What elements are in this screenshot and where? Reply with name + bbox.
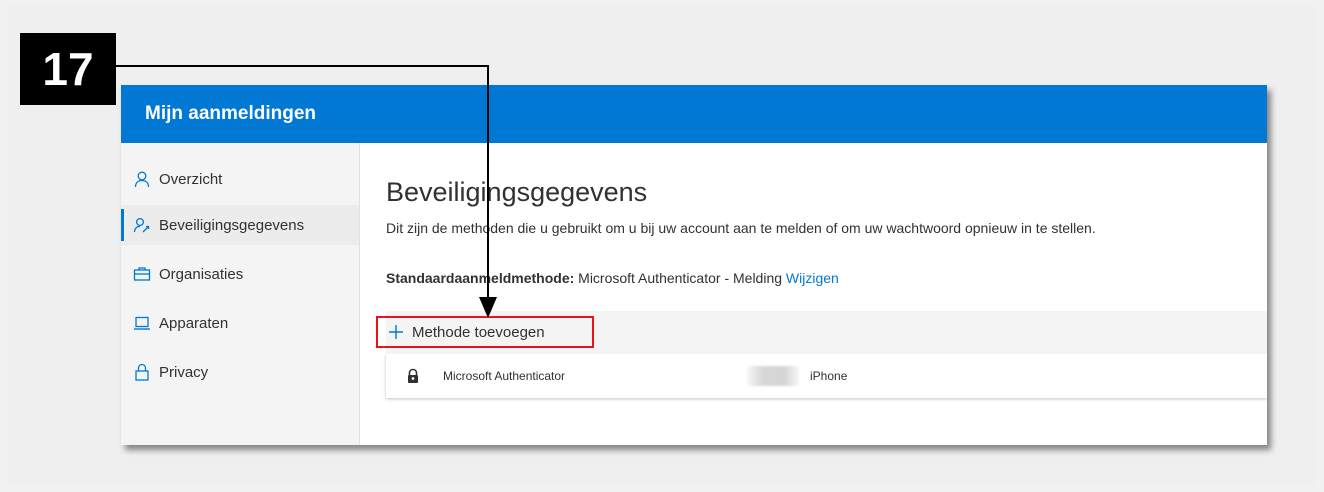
change-default-link[interactable]: Wijzigen [786,270,839,286]
add-method-button[interactable]: Methode toevoegen [376,316,594,348]
lock-icon [133,363,151,381]
organizations-icon [133,265,151,283]
authenticator-lock-icon [404,367,422,385]
sidebar-item-label: Organisaties [159,265,244,283]
redacted-phone-number [747,366,799,386]
app-header: Mijn aanmeldingen [121,85,1267,143]
sidebar-item-label: Beveiligingsgegevens [159,216,305,234]
main-content: Beveiligingsgegevens Dit zijn de methode… [360,143,1267,445]
page-description: Dit zijn de methoden die u gebruikt om u… [386,220,1096,236]
plus-icon [388,324,404,340]
sidebar: Overzicht Beveiligingsgegevens Organisat… [121,143,360,445]
sidebar-item-label: Privacy [159,363,209,381]
page-title: Beveiligingsgegevens [386,177,648,207]
sidebar-item-organisaties[interactable]: Organisaties [121,254,359,294]
method-name: Microsoft Authenticator [443,369,566,383]
method-device: iPhone [810,369,848,383]
sidebar-item-beveiligingsgegevens[interactable]: Beveiligingsgegevens [121,205,359,245]
sidebar-item-label: Apparaten [159,314,229,332]
sidebar-item-privacy[interactable]: Privacy [121,352,359,392]
sidebar-item-overzicht[interactable]: Overzicht [121,159,359,199]
app-title[interactable]: Mijn aanmeldingen [145,103,316,125]
default-method-value: Microsoft Authenticator - Melding [574,270,786,286]
sidebar-item-apparaten[interactable]: Apparaten [121,303,359,343]
step-number-badge: 17 [20,33,116,105]
laptop-icon [133,314,151,332]
default-method-label: Standaardaanmeldmethode: [386,270,575,286]
person-icon [133,170,151,188]
security-info-icon [133,216,151,234]
method-row: Microsoft Authenticator iPhone [386,354,1267,398]
sidebar-item-label: Overzicht [159,170,223,188]
add-method-label: Methode toevoegen [412,323,545,341]
default-method-line: Standaardaanmeldmethode: Microsoft Authe… [386,270,839,286]
app-window: Mijn aanmeldingen Overzicht Beveiligings… [121,85,1267,445]
